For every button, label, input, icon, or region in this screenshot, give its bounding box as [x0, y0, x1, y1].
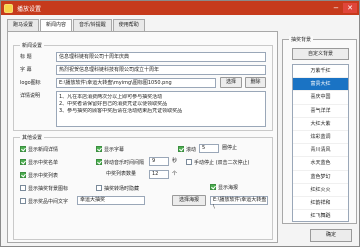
tab-help[interactable]: 使用帮助 [112, 19, 145, 31]
window-title: 播放设置 [17, 5, 42, 13]
checkbox-checked-icon [178, 146, 184, 152]
bg-list-item-selected[interactable]: 富贵大红 [293, 78, 348, 92]
bg-list-item[interactable]: 炫彩蓝调 [293, 131, 348, 145]
bg-list-item[interactable]: 大红大紫 [293, 118, 348, 131]
title-bar: 播放设置 − ✕ [1, 1, 359, 15]
scroll-checkbox[interactable]: 滚动 [178, 144, 196, 154]
logo-delete-button[interactable]: 删除 [245, 77, 266, 88]
custom-bg-button[interactable]: 自定义背景 [292, 48, 349, 60]
interval-unit-label: 秒 [172, 158, 178, 164]
subtitle-input[interactable]: 热烈祝贺信息理科链科技有限公司成立十周年 [56, 65, 266, 75]
poster-path-input[interactable]: E:\播放软件\幸运大转盘\ [210, 196, 268, 210]
bg-list-item[interactable]: 蓝色梦幻 [293, 171, 348, 184]
manual-stop-checkbox[interactable]: 手动停止 (双击二次停止) [186, 157, 250, 167]
checkbox-unchecked-icon [96, 185, 102, 191]
logo-select-button[interactable]: 选择 [220, 77, 242, 88]
bg-list-item[interactable]: 喜气洋洋 [293, 105, 348, 118]
bg-list-item[interactable]: 红韵祥和 [293, 197, 348, 211]
checkbox-unchecked-icon [20, 198, 26, 204]
scroll-count-input[interactable]: 5 [199, 144, 219, 153]
show-center-text-checkbox[interactable]: 显示奖品中间文字 [20, 196, 68, 206]
checkbox-checked-icon [96, 159, 102, 165]
detail-textarea[interactable]: 1、凡在本店消费两次分以上即可参与抽奖活动 2、中奖者请保留好自己的消费凭证以便… [56, 91, 266, 127]
other-settings-group: 其他设置 显示新闻详情 显示字幕 滚动 5 圈停止 显示中奖名单 转动音乐时间间… [13, 134, 273, 240]
detail-line: 1、凡在本店消费两次分以上即可参与抽奖活动 [59, 94, 163, 100]
bg-group-title: 抽奖背景 [289, 36, 314, 43]
detail-line: 2、中奖者请保留好自己的消费凭证以便领取奖品 [59, 101, 168, 107]
settings-window: 播放设置 − ✕ 跑马设置 新闻内容 音乐/铃提醒 使用帮助 新闻设置 标 题 … [0, 0, 360, 247]
bg-list-item[interactable]: 红飞舞蹈 [293, 210, 348, 221]
title-label: 标 题 [20, 54, 32, 60]
prize-count-label: 中奖列表数量 [106, 171, 137, 177]
hide-transition-checkbox[interactable]: 抽奖转场时隐藏 [96, 183, 139, 193]
app-icon [4, 3, 13, 13]
news-settings-group: 新闻设置 标 题 信息理科链有限公司十周年庆典 字 幕 热烈祝贺信息理科链科技有… [13, 42, 273, 131]
checkbox-checked-icon [20, 172, 26, 178]
prize-count-unit-label: 个 [172, 171, 178, 177]
show-news-detail-checkbox[interactable]: 显示新闻详情 [20, 144, 58, 154]
checkbox-unchecked-icon [20, 185, 26, 191]
center-text-input[interactable]: 幸运大抽奖 [77, 196, 145, 205]
show-winners-checkbox[interactable]: 显示中奖名单 [20, 157, 58, 167]
tab-marquee[interactable]: 跑马设置 [7, 19, 40, 31]
tab-bar: 跑马设置 新闻内容 音乐/铃提醒 使用帮助 [7, 19, 146, 32]
news-panel: 新闻设置 标 题 信息理科链有限公司十周年庆典 字 幕 热烈祝贺信息理科链科技有… [7, 31, 278, 243]
show-poster-checkbox[interactable]: 显示海报 [210, 182, 238, 192]
minimize-icon[interactable]: − [329, 3, 343, 13]
bg-list-item[interactable]: 红红火火 [293, 184, 348, 197]
show-flow-graph-checkbox[interactable]: 显示抽奖背景图标 [20, 183, 68, 193]
bg-list-item[interactable]: 万紫千红 [293, 65, 348, 79]
detail-line: 3、参与抽奖的顾客中奖后请在活动结束后凭证领取奖品 [59, 108, 183, 114]
bg-list: 万紫千红 富贵大红 喜庆中国 喜气洋洋 大红大紫 炫彩蓝调 青川清风 水天蓝色 … [292, 64, 349, 222]
checkbox-unchecked-icon [186, 159, 192, 165]
other-group-title: 其他设置 [20, 134, 45, 141]
checkbox-checked-icon [20, 159, 26, 165]
bg-list-item[interactable]: 水天蓝色 [293, 157, 348, 171]
interval-input[interactable]: 9 [149, 157, 169, 166]
close-icon[interactable]: ✕ [343, 3, 357, 13]
detail-label: 详情说明 [20, 93, 41, 99]
title-input[interactable]: 信息理科链有限公司十周年庆典 [56, 52, 266, 62]
select-poster-button[interactable]: 选择海报 [172, 195, 206, 206]
news-group-title: 新闻设置 [20, 42, 45, 49]
bg-group: 抽奖背景 自定义背景 万紫千红 富贵大红 喜庆中国 喜气洋洋 大红大紫 炫彩蓝调… [282, 36, 357, 224]
checkbox-checked-icon [210, 184, 216, 190]
show-winning-list-checkbox[interactable]: 显示中奖列表 [20, 170, 58, 180]
prize-count-input[interactable]: 12 [149, 170, 169, 179]
logo-label: logo图标 [20, 80, 41, 86]
tab-music[interactable]: 音乐/铃提醒 [73, 19, 112, 31]
ok-button[interactable]: 确定 [310, 229, 352, 242]
bg-list-item[interactable]: 青川清风 [293, 144, 348, 158]
checkbox-checked-icon [20, 146, 26, 152]
checkbox-checked-icon [96, 146, 102, 152]
logo-path-input[interactable]: E:\播放软件\幸运大转盘\myimg\图标图1050.png [56, 78, 216, 88]
subtitle-label: 字 幕 [20, 67, 32, 73]
bg-list-item[interactable]: 喜庆中国 [293, 91, 348, 105]
interval-checkbox[interactable]: 转动音乐时间间隔 [96, 157, 144, 167]
scroll-unit-label: 圈停止 [222, 145, 238, 151]
show-subtitle-checkbox[interactable]: 显示字幕 [96, 144, 124, 154]
